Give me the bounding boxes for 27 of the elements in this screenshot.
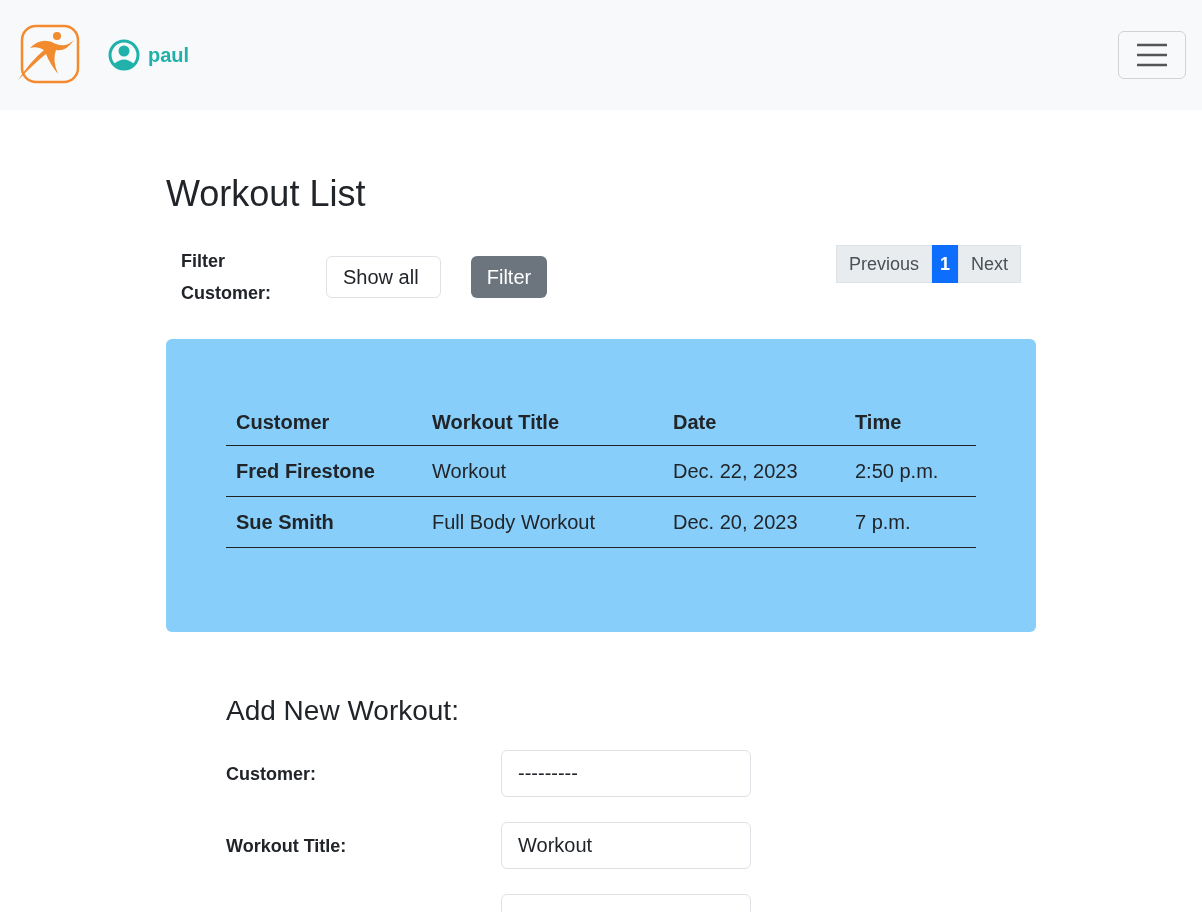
column-header: Customer xyxy=(226,400,422,445)
column-header: Workout Title xyxy=(422,400,663,445)
field-label: Customer: xyxy=(226,762,317,786)
page-link[interactable]: 1 xyxy=(931,245,958,283)
page-link[interactable]: Previous xyxy=(835,245,932,283)
table-cell: Dec. 22, 2023 xyxy=(663,445,845,496)
table-cell: Dec. 20, 2023 xyxy=(663,496,845,547)
table-cell: Fred Firestone xyxy=(226,445,422,496)
table-cell: Full Body Workout xyxy=(422,496,663,547)
field-label: Workout Title: xyxy=(226,834,348,858)
page-title: Workout List xyxy=(166,172,367,216)
user-icon[interactable] xyxy=(108,39,140,71)
table-cell: Workout xyxy=(422,445,663,496)
menu-icon xyxy=(1136,43,1168,67)
input-field[interactable]: Workout xyxy=(501,822,751,869)
table-cell: Sue Smith xyxy=(226,496,422,547)
form-heading: Add New Workout: xyxy=(226,694,460,728)
filter-button[interactable]: Filter xyxy=(471,256,547,298)
menu-button[interactable] xyxy=(1118,31,1186,79)
filter-select[interactable]: Show all xyxy=(326,256,441,298)
page-link[interactable]: Next xyxy=(958,245,1021,283)
table-cell: 2:50 p.m. xyxy=(845,445,976,496)
filter-label: Filter Customer: xyxy=(181,250,272,305)
table-cell: 7 p.m. xyxy=(845,496,976,547)
input-field[interactable]: --------- xyxy=(501,750,751,797)
column-header: Date xyxy=(663,400,845,445)
column-header: Time xyxy=(845,400,976,445)
